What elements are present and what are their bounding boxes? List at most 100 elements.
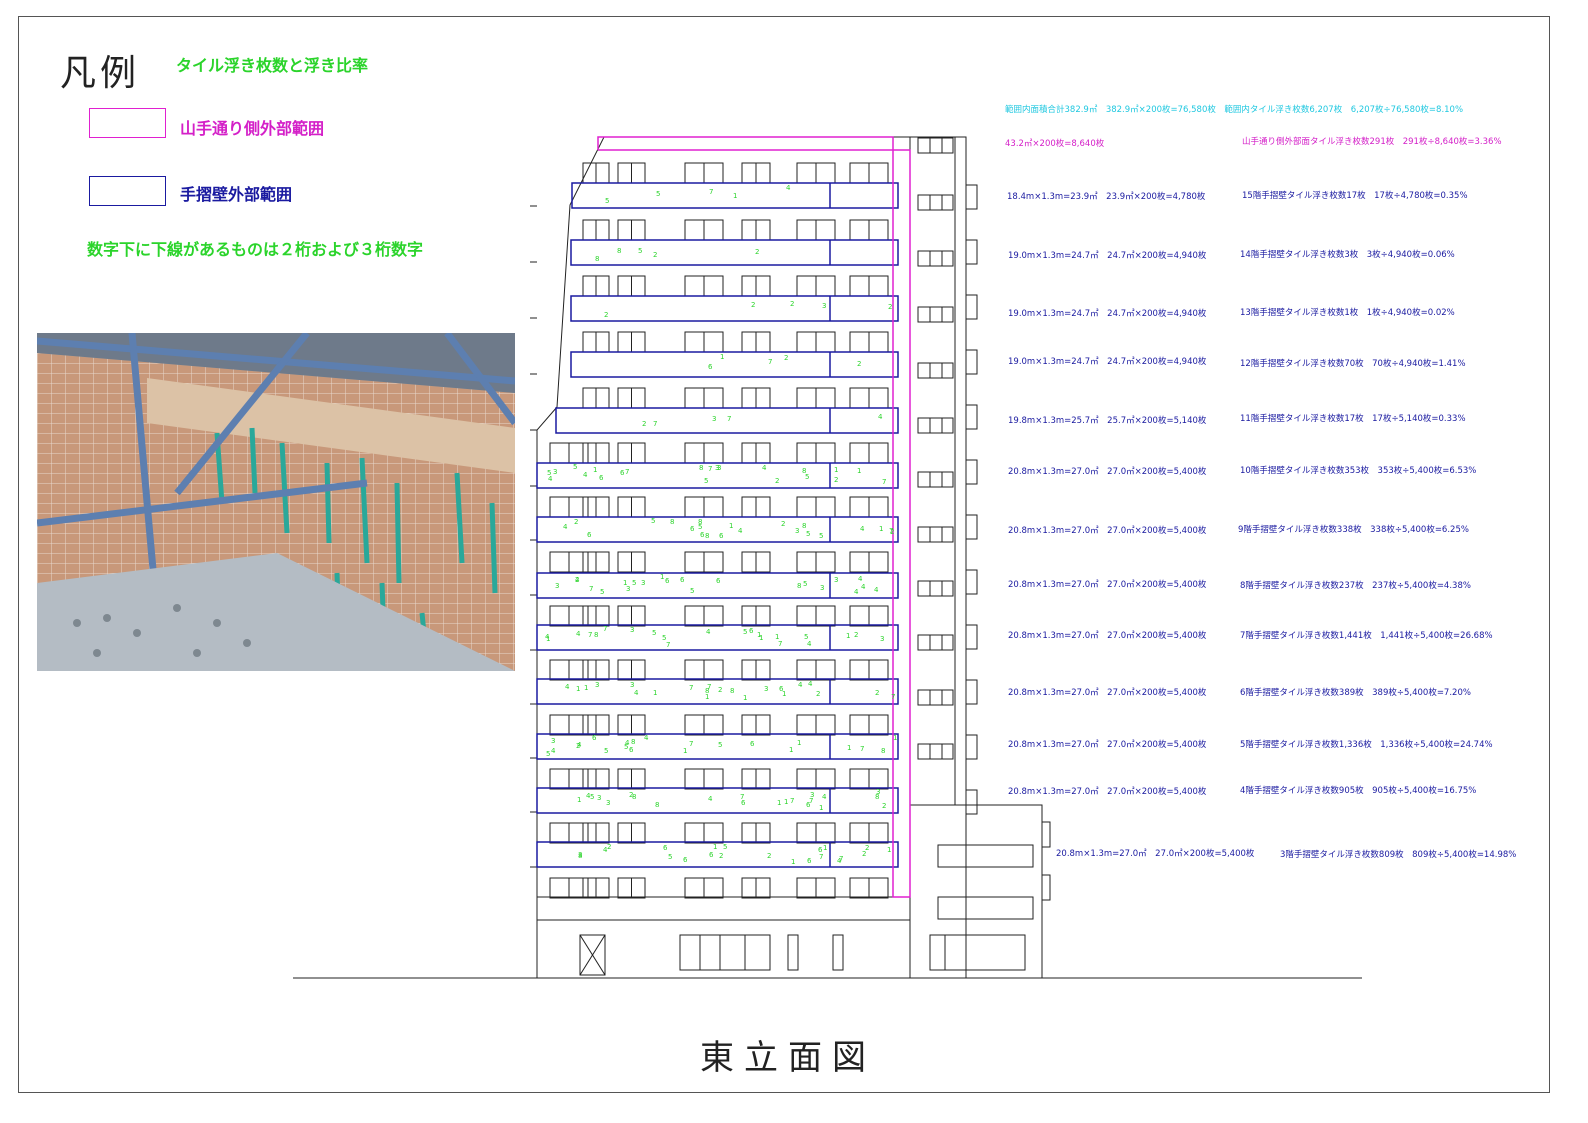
svg-text:4: 4 [565, 683, 570, 691]
svg-text:8: 8 [881, 747, 885, 755]
svg-text:7: 7 [819, 853, 823, 861]
yamate-area: 43.2㎡×200枚=8,640枚 [1005, 139, 1105, 149]
svg-text:5: 5 [632, 579, 636, 587]
svg-text:5: 5 [656, 190, 660, 198]
svg-text:6: 6 [807, 857, 812, 865]
svg-text:5: 5 [604, 747, 608, 755]
svg-text:2: 2 [607, 843, 611, 851]
svg-text:5: 5 [546, 750, 550, 758]
svg-text:3: 3 [822, 302, 826, 310]
svg-text:8: 8 [670, 518, 674, 526]
svg-text:1: 1 [546, 635, 550, 643]
svg-text:4: 4 [583, 471, 588, 479]
svg-text:5: 5 [718, 741, 722, 749]
svg-text:4: 4 [762, 464, 767, 472]
svg-text:5: 5 [652, 629, 656, 637]
svg-text:6: 6 [690, 525, 695, 533]
svg-text:5: 5 [690, 587, 694, 595]
svg-text:2: 2 [719, 852, 723, 860]
svg-text:3: 3 [795, 527, 799, 535]
svg-text:7: 7 [603, 625, 607, 633]
svg-text:1: 1 [819, 804, 823, 812]
svg-text:7: 7 [707, 683, 711, 691]
svg-text:1: 1 [784, 798, 788, 806]
svg-text:1: 1 [857, 467, 861, 475]
svg-text:3: 3 [551, 737, 555, 745]
floor-4-area: 20.8m×1.3m=27.0㎡ 27.0㎡×200枚=5,400枚 [1008, 787, 1207, 797]
svg-text:4: 4 [861, 583, 866, 591]
svg-text:6: 6 [779, 685, 784, 693]
drawing-title: 東立面図 [700, 1038, 876, 1078]
svg-text:1: 1 [593, 466, 597, 474]
svg-text:4: 4 [576, 630, 581, 638]
svg-text:8: 8 [797, 582, 801, 590]
svg-text:6: 6 [806, 801, 811, 809]
svg-text:8: 8 [730, 687, 734, 695]
svg-text:7: 7 [768, 358, 772, 366]
svg-text:8: 8 [578, 852, 582, 860]
svg-text:2: 2 [574, 518, 578, 526]
svg-text:4: 4 [854, 588, 859, 596]
svg-text:1: 1 [584, 684, 588, 692]
svg-text:4: 4 [563, 523, 568, 531]
svg-text:3: 3 [597, 794, 601, 802]
svg-text:1: 1 [797, 739, 801, 747]
svg-text:2: 2 [781, 520, 785, 528]
svg-text:8: 8 [595, 255, 599, 263]
svg-text:1: 1 [733, 192, 737, 200]
svg-text:8: 8 [698, 518, 702, 526]
svg-text:1: 1 [847, 744, 851, 752]
floor-3-ratio: 3階手摺壁タイル浮き枚数809枚 809枚÷5,400枚=14.98% [1280, 850, 1517, 860]
svg-text:7: 7 [740, 793, 744, 801]
svg-text:8: 8 [802, 467, 806, 475]
svg-text:2: 2 [875, 689, 879, 697]
svg-text:6: 6 [708, 363, 713, 371]
svg-text:7: 7 [588, 631, 592, 639]
floor-12-area: 19.0m×1.3m=24.7㎡ 24.7㎡×200枚=4,940枚 [1008, 357, 1207, 367]
svg-text:2: 2 [775, 477, 779, 485]
svg-text:6: 6 [709, 851, 714, 859]
svg-text:4: 4 [878, 413, 883, 421]
svg-text:5: 5 [651, 517, 655, 525]
svg-text:5: 5 [819, 532, 823, 540]
svg-text:5: 5 [668, 853, 672, 861]
svg-text:4: 4 [634, 689, 639, 697]
svg-text:5: 5 [704, 477, 708, 485]
svg-text:3: 3 [834, 576, 838, 584]
floor-4-ratio: 4階手摺壁タイル浮き枚数905枚 905枚÷5,400枚=16.75% [1240, 786, 1477, 796]
svg-text:2: 2 [834, 476, 838, 484]
floor-8-ratio: 8階手摺壁タイル浮き枚数237枚 237枚÷5,400枚=4.38% [1240, 581, 1471, 591]
svg-text:1: 1 [623, 579, 627, 587]
balcony-band [570, 351, 899, 378]
svg-text:2: 2 [576, 742, 580, 750]
svg-text:8: 8 [617, 247, 621, 255]
svg-text:4: 4 [551, 747, 556, 755]
svg-text:3: 3 [764, 685, 768, 693]
svg-text:1: 1 [879, 525, 883, 533]
svg-text:6: 6 [749, 627, 754, 635]
svg-text:4: 4 [808, 680, 813, 688]
svg-text:6: 6 [587, 531, 592, 539]
balcony-band [570, 295, 899, 322]
svg-text:1: 1 [713, 843, 717, 851]
floor-11-ratio: 11階手摺壁タイル浮き枚数17枚 17枚÷5,140枚=0.33% [1240, 414, 1466, 424]
svg-text:2: 2 [790, 300, 794, 308]
svg-text:4: 4 [548, 475, 553, 483]
svg-text:7: 7 [882, 478, 886, 486]
svg-text:3: 3 [555, 582, 559, 590]
svg-text:8: 8 [655, 801, 659, 809]
svg-text:6: 6 [680, 576, 685, 584]
floor-10-area: 20.8m×1.3m=27.0㎡ 27.0㎡×200枚=5,400枚 [1008, 467, 1207, 477]
svg-text:1: 1 [834, 466, 838, 474]
floor-5-area: 20.8m×1.3m=27.0㎡ 27.0㎡×200枚=5,400枚 [1008, 740, 1207, 750]
svg-text:7: 7 [708, 465, 712, 473]
balcony-band [536, 841, 899, 868]
svg-text:4: 4 [706, 628, 711, 636]
floor-6-area: 20.8m×1.3m=27.0㎡ 27.0㎡×200枚=5,400枚 [1008, 688, 1207, 698]
svg-text:1: 1 [577, 796, 581, 804]
floor-3-area: 20.8m×1.3m=27.0㎡ 27.0㎡×200枚=5,400枚 [1056, 849, 1255, 859]
svg-text:7: 7 [891, 693, 895, 701]
svg-text:6: 6 [629, 746, 634, 754]
svg-text:2: 2 [854, 631, 858, 639]
svg-text:1: 1 [576, 685, 580, 693]
